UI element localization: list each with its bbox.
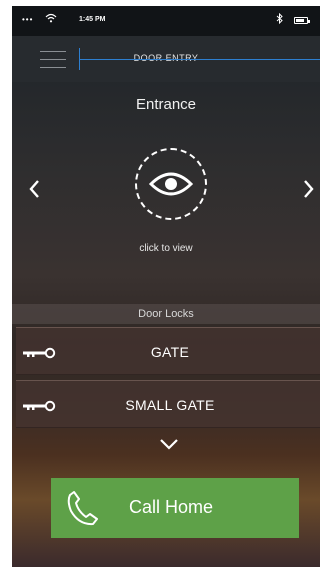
prev-camera-button[interactable] (22, 178, 46, 202)
lock-label: GATE (150, 344, 190, 360)
status-bar: ••• 1:45 PM (12, 6, 320, 36)
header-underline (79, 59, 320, 60)
call-home-button[interactable]: Call Home (51, 478, 299, 538)
battery-icon (294, 17, 310, 24)
app-screen: ••• 1:45 PM DOOR ENTRY Entrance click to… (12, 6, 320, 567)
locks-section-title: Door Locks (12, 304, 320, 324)
lock-gate-button[interactable]: GATE (16, 327, 320, 375)
chevron-left-icon (29, 180, 39, 198)
app-header: DOOR ENTRY (12, 36, 320, 82)
chevron-right-icon (304, 180, 314, 198)
expand-locks-button[interactable] (158, 437, 180, 455)
camera-name: Entrance (135, 96, 197, 113)
lock-label: SMALL GATE (125, 397, 215, 413)
next-camera-button[interactable] (297, 178, 320, 202)
page-title: DOOR ENTRY (133, 53, 199, 63)
view-hint: click to view (139, 243, 193, 254)
lock-small-gate-button[interactable]: SMALL GATE (16, 380, 320, 428)
view-camera-button[interactable] (135, 148, 207, 220)
wifi-icon (45, 13, 57, 26)
bluetooth-icon (276, 12, 284, 27)
status-time: 1:45 PM (79, 16, 106, 23)
eye-icon (149, 172, 193, 196)
phone-icon (65, 489, 99, 532)
signal-dots: ••• (22, 15, 34, 24)
call-label: Call Home (129, 497, 214, 517)
chevron-down-icon (160, 439, 178, 450)
